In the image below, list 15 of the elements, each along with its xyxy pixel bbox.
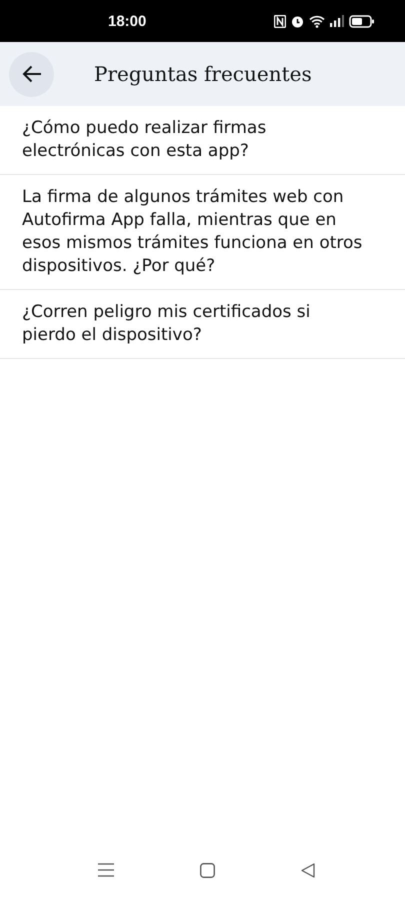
- back-arrow-icon: [22, 65, 42, 83]
- alarm-icon: [291, 14, 304, 28]
- page-title: Preguntas frecuentes: [94, 62, 312, 86]
- faq-question[interactable]: ¿Corren peligro mis certificados si pierdo el dispositivo?: [0, 290, 405, 359]
- faq-question[interactable]: ¿Cómo puedo realizar firmas electrónicas con esta app?: [0, 106, 405, 175]
- faq-question[interactable]: La firma de algunos trámites web con Autofirma App falla, mientras que en esos mismos trámites funciona en otros dispositivos. ¿Por qué?: [0, 175, 405, 290]
- signal-icon: [330, 15, 344, 27]
- wifi-icon: [309, 14, 325, 28]
- back-icon[interactable]: [301, 862, 315, 878]
- home-icon[interactable]: [200, 862, 215, 878]
- battery-icon: [349, 14, 375, 28]
- status-time: 18:00: [108, 12, 146, 30]
- menu-icon[interactable]: [98, 863, 114, 877]
- back-button[interactable]: [9, 52, 54, 96]
- nfc-icon: [274, 14, 286, 28]
